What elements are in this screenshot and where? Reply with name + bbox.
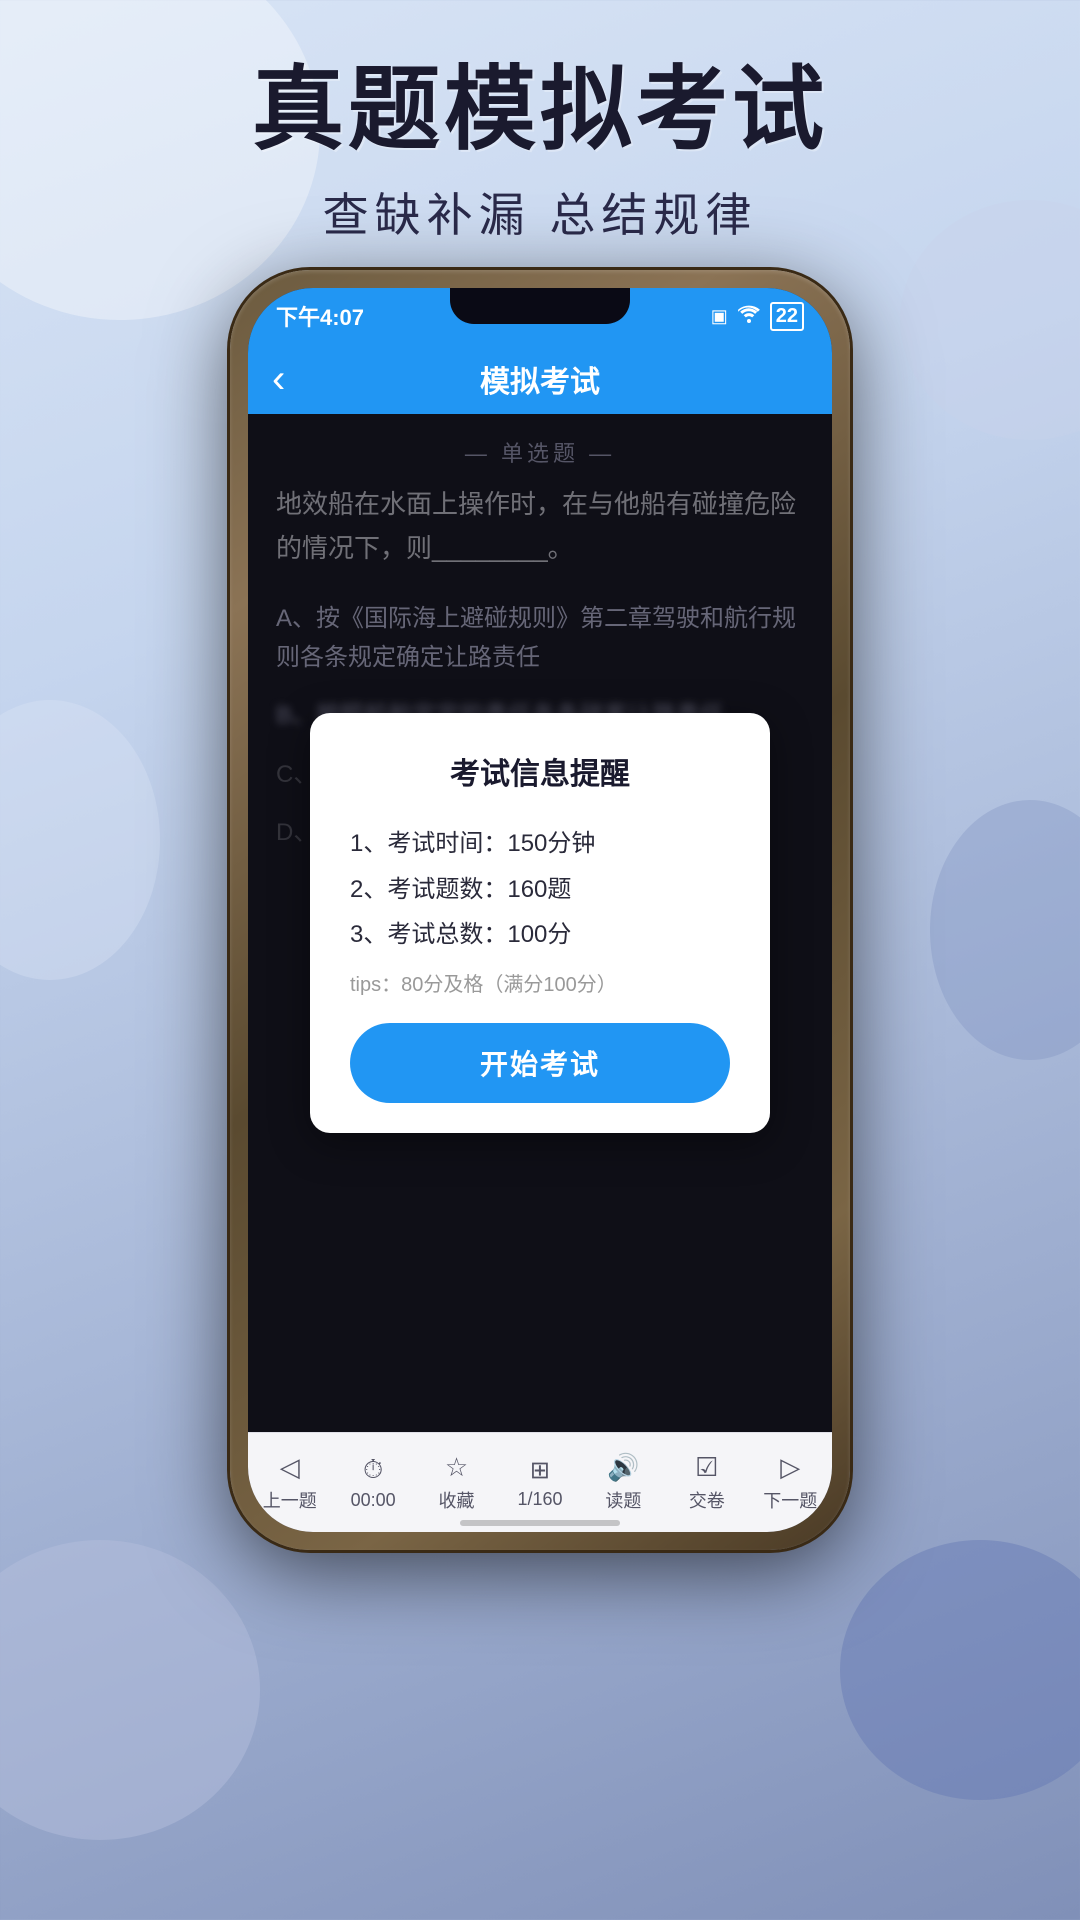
start-exam-button[interactable]: 开始考试 [350,1023,730,1103]
grid-label: 1/160 [517,1489,562,1510]
nav-bar: ‹ 模拟考试 [248,344,832,414]
modal-info-item-3: 3、考试总数：100分 [350,912,730,958]
notch [450,288,630,324]
timer-icon: ⏱ [363,1454,383,1486]
toolbar-submit[interactable]: ☑ 交卷 [665,1452,748,1513]
status-time: 下午4:07 [276,300,364,332]
nav-title: 模拟考试 [480,357,600,401]
nav-back-button[interactable]: ‹ [272,357,285,402]
submit-icon: ☑ [695,1452,718,1483]
modal-info-item-2: 2、考试题数：160题 [350,867,730,913]
read-icon: 🔊 [607,1452,639,1483]
wifi-icon [738,305,760,328]
toolbar-next[interactable]: ▷ 下一题 [749,1452,832,1513]
phone-wrapper: 下午4:07 ▣ 22 ‹ 模拟考试 [230,270,850,1550]
screen-record-icon: ▣ [711,306,728,327]
bg-blob-bl [0,1540,260,1840]
modal-card: 考试信息提醒 1、考试时间：150分钟 2、考试题数：160题 3、考试总数：1… [310,713,770,1133]
bottom-toolbar: ◁ 上一题 ⏱ 00:00 ☆ 收藏 ⊞ 1/160 🔊 读题 [248,1432,832,1532]
content-area: — 单选题 — 地效船在水面上操作时，在与他船有碰撞危险的情况下，则______… [248,414,832,1432]
toolbar-collect[interactable]: ☆ 收藏 [415,1452,498,1513]
grid-icon: ⊞ [530,1456,550,1485]
next-icon: ▷ [780,1452,800,1483]
modal-overlay: 考试信息提醒 1、考试时间：150分钟 2、考试题数：160题 3、考试总数：1… [248,414,832,1432]
top-section: 真题模拟考试 查缺补漏 总结规律 [0,60,1080,245]
home-indicator [460,1520,620,1526]
modal-info-list: 1、考试时间：150分钟 2、考试题数：160题 3、考试总数：100分 [350,821,730,958]
toolbar-grid[interactable]: ⊞ 1/160 [498,1456,581,1510]
collect-label: 收藏 [439,1487,475,1513]
toolbar-prev[interactable]: ◁ 上一题 [248,1452,331,1513]
prev-label: 上一题 [263,1487,317,1513]
toolbar-read[interactable]: 🔊 读题 [582,1452,665,1513]
modal-title: 考试信息提醒 [350,749,730,793]
sub-title: 查缺补漏 总结规律 [0,179,1080,245]
modal-info-item-1: 1、考试时间：150分钟 [350,821,730,867]
toolbar-timer[interactable]: ⏱ 00:00 [331,1454,414,1511]
read-label: 读题 [605,1487,641,1513]
bg-blob-br [840,1540,1080,1800]
timer-label: 00:00 [351,1490,396,1511]
submit-label: 交卷 [689,1487,725,1513]
bg-blob-mid-l [0,700,160,980]
star-icon: ☆ [445,1452,468,1483]
prev-icon: ◁ [280,1452,300,1483]
main-title: 真题模拟考试 [0,60,1080,161]
modal-tip: tips：80分及格（满分100分） [350,968,730,997]
status-icons: ▣ 22 [711,302,804,331]
phone-frame: 下午4:07 ▣ 22 ‹ 模拟考试 [230,270,850,1550]
battery-icon: 22 [770,302,804,331]
bg-blob-mid-r [930,800,1080,1060]
next-label: 下一题 [763,1487,817,1513]
phone-screen: 下午4:07 ▣ 22 ‹ 模拟考试 [248,288,832,1532]
